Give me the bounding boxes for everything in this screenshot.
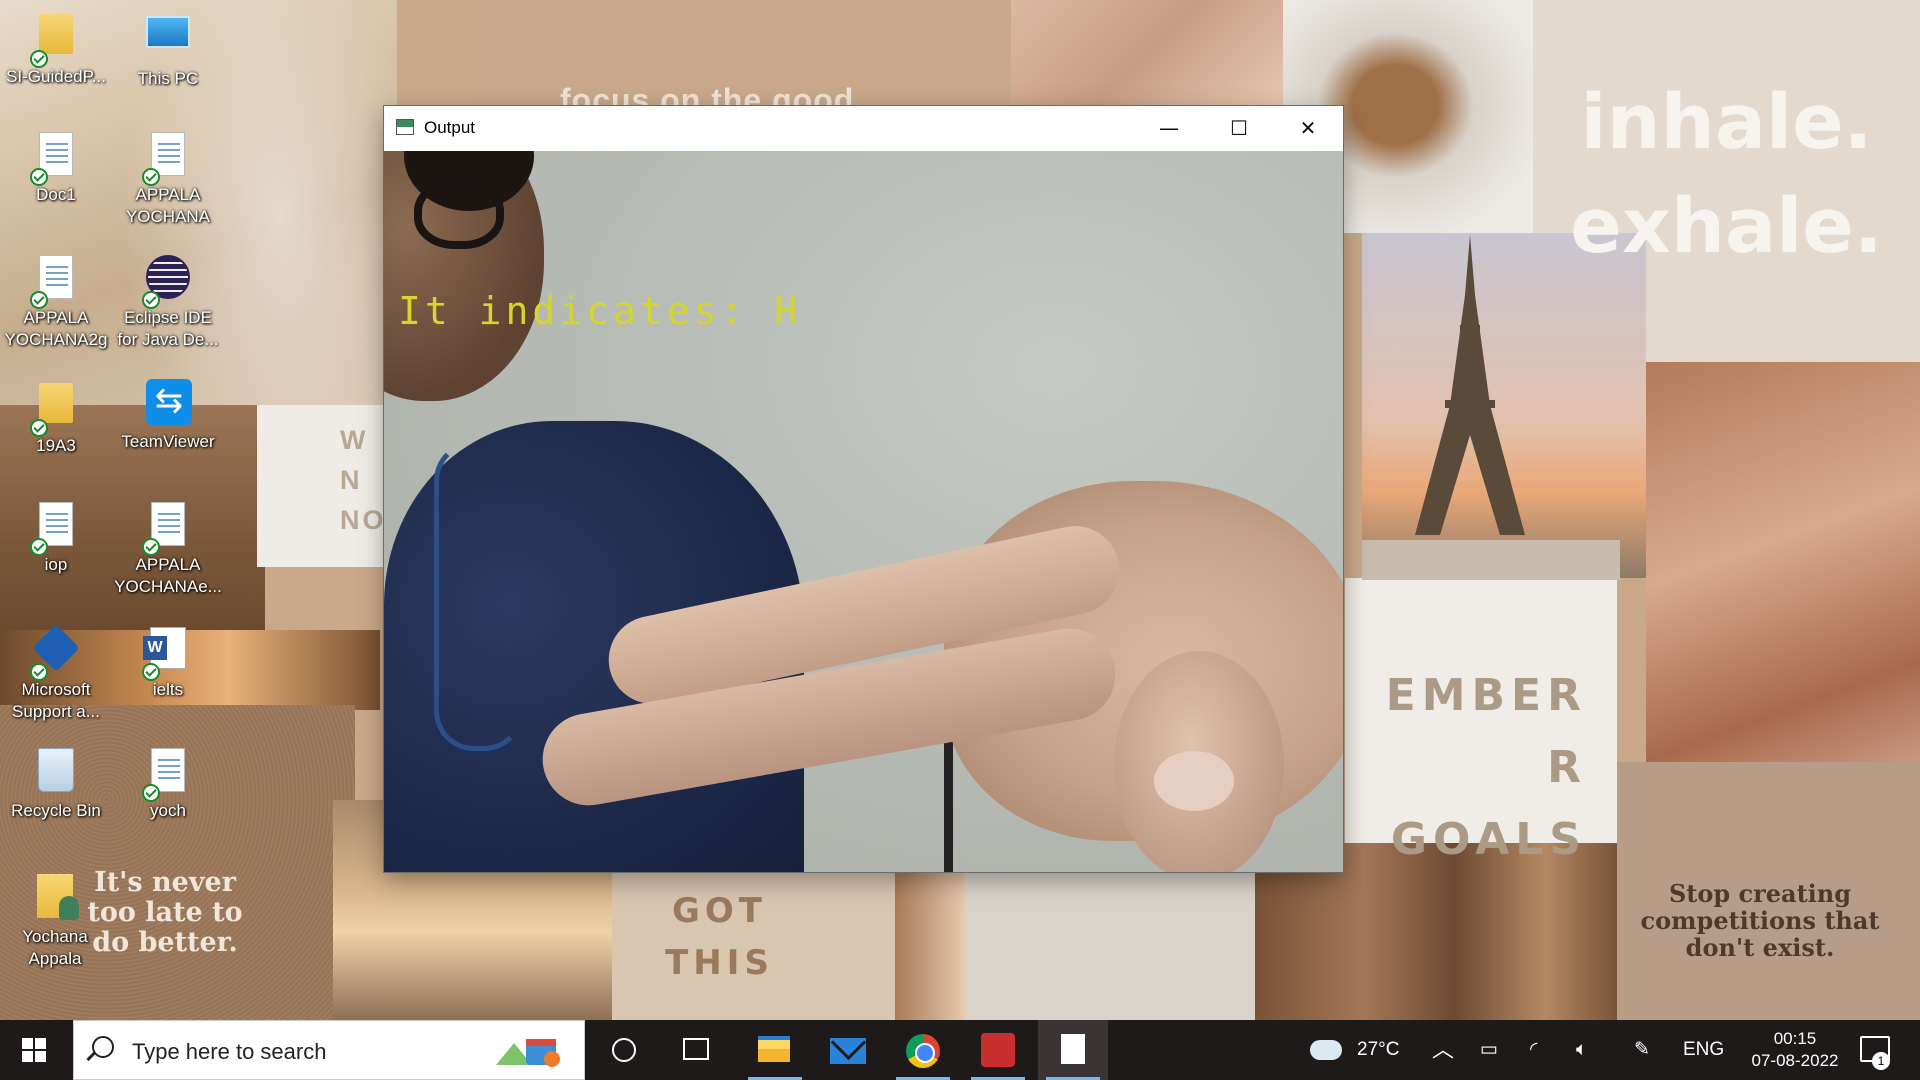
- start-button[interactable]: [0, 1020, 70, 1080]
- taskbar-app[interactable]: [963, 1020, 1033, 1080]
- taskbar-mail[interactable]: [812, 1020, 882, 1080]
- close-button[interactable]: ✕: [1273, 106, 1343, 151]
- windows-logo-icon: [22, 1038, 46, 1062]
- earphone-cord: [434, 441, 524, 751]
- pen-icon[interactable]: ✎: [1634, 1020, 1650, 1080]
- desktop-icon-si-guided[interactable]: SI-GuidedP...: [0, 8, 112, 88]
- sync-check-icon: [30, 168, 48, 186]
- eiffel-tower-icon: [1415, 235, 1525, 535]
- wallpaper-w-text: W N NO: [340, 425, 387, 535]
- search-icon: [92, 1036, 114, 1058]
- taskbar-file-explorer[interactable]: [740, 1020, 810, 1080]
- desktop-icon-this-pc[interactable]: This PC: [112, 8, 224, 90]
- search-placeholder: Type here to search: [132, 1039, 327, 1064]
- wallpaper-coffee: [965, 870, 1255, 1020]
- output-window[interactable]: Output — ☐ ✕ It indicates: H: [384, 106, 1343, 872]
- clock[interactable]: 00:15 07-08-2022: [1740, 1028, 1850, 1072]
- wallpaper-building: [1362, 540, 1620, 580]
- wifi-icon[interactable]: ◜: [1530, 1020, 1537, 1080]
- microsoft-support-icon: [30, 624, 80, 681]
- battery-icon[interactable]: ▭: [1480, 1020, 1498, 1080]
- folder-icon: [30, 14, 78, 68]
- file-explorer-icon: [758, 1036, 790, 1062]
- notification-badge: 1: [1872, 1052, 1890, 1070]
- wallpaper-shoes: [1646, 362, 1920, 762]
- sync-check-icon: [30, 50, 48, 68]
- thumb-nail: [1154, 751, 1234, 811]
- chevron-up-icon[interactable]: ︿: [1432, 1020, 1454, 1080]
- desktop-icon-ielts[interactable]: ielts: [112, 623, 224, 701]
- wallpaper-stop-quote: Stop creating competitions that don't ex…: [1640, 879, 1880, 962]
- eclipse-icon: [142, 255, 190, 309]
- task-view-icon[interactable]: [683, 1038, 709, 1060]
- taskbar-output-window[interactable]: [1038, 1020, 1108, 1080]
- document-icon: [30, 132, 78, 186]
- document-icon: [30, 502, 78, 556]
- computer-icon: [146, 16, 190, 66]
- search-highlight-icon: [496, 1039, 560, 1067]
- sync-check-icon: [30, 291, 48, 309]
- language-indicator[interactable]: ENG: [1683, 1020, 1724, 1080]
- wallpaper-goals-text: EMBER R GOALS: [1385, 670, 1587, 865]
- document-icon: [142, 502, 190, 556]
- sync-check-icon: [142, 784, 160, 802]
- desktop-icon-yochana-appala[interactable]: Yochana Appala: [0, 870, 110, 970]
- desktop-icon-appala-yochana[interactable]: APPALA YOCHANA: [112, 130, 224, 228]
- sync-check-icon: [142, 538, 160, 556]
- mail-icon: [830, 1038, 866, 1064]
- taskbar-chrome[interactable]: [888, 1020, 958, 1080]
- teamviewer-icon: [146, 379, 192, 429]
- word-document-icon: [142, 627, 190, 681]
- desktop-icon-recycle-bin[interactable]: Recycle Bin: [0, 746, 112, 822]
- wallpaper-chanel: [1011, 0, 1283, 105]
- notepad-icon: [1061, 1034, 1085, 1064]
- chrome-icon: [906, 1034, 940, 1068]
- desktop-icon-yoch[interactable]: yoch: [112, 746, 224, 822]
- wallpaper-gotthis-text: GOT THIS: [665, 891, 774, 983]
- weather-temperature[interactable]: 27°C: [1357, 1020, 1399, 1080]
- opencv-window-icon: [396, 119, 414, 135]
- app-icon: [981, 1033, 1015, 1067]
- desktop-icon-doc1[interactable]: Doc1: [0, 130, 112, 206]
- maximize-button[interactable]: ☐: [1204, 106, 1274, 151]
- desktop-icon-teamviewer[interactable]: TeamViewer: [112, 377, 224, 453]
- window-title: Output: [424, 118, 476, 137]
- prediction-text: It indicates: H: [398, 289, 802, 333]
- taskbar: Type here to search 27°C ︿ ▭ ◜ 🔈︎ ✎ ENG …: [0, 1020, 1920, 1080]
- desktop-icon-appala-yochana2g[interactable]: APPALA YOCHANA2g: [0, 253, 112, 351]
- minimize-button[interactable]: —: [1134, 106, 1204, 151]
- weather-cloud-icon[interactable]: [1310, 1040, 1342, 1060]
- desktop-icon-appala-yochanae[interactable]: APPALA YOCHANAe...: [112, 500, 224, 598]
- sync-check-icon: [142, 168, 160, 186]
- desktop-icon-microsoft-support[interactable]: Microsoft Support a...: [0, 623, 112, 723]
- webcam-frame: It indicates: H: [384, 151, 1343, 872]
- desktop-icon-iop[interactable]: iop: [0, 500, 112, 576]
- document-icon: [30, 255, 78, 309]
- wallpaper-vase: [895, 870, 965, 1020]
- sync-check-icon: [30, 663, 48, 681]
- cortana-icon[interactable]: [612, 1038, 636, 1062]
- wallpaper-inhale-text: inhale. exhale.: [1570, 77, 1883, 270]
- document-icon: [142, 132, 190, 186]
- clock-time: 00:15: [1773, 1029, 1817, 1048]
- window-titlebar[interactable]: Output — ☐ ✕: [384, 106, 1343, 151]
- sync-check-icon: [142, 291, 160, 309]
- desktop-icon-eclipse[interactable]: Eclipse IDE for Java De...: [112, 253, 224, 351]
- sync-check-icon: [30, 538, 48, 556]
- search-box[interactable]: Type here to search: [73, 1020, 585, 1080]
- glasses: [414, 179, 504, 249]
- sync-check-icon: [30, 419, 48, 437]
- clock-date: 07-08-2022: [1751, 1051, 1839, 1070]
- user-folder-icon: [33, 874, 79, 924]
- recycle-bin-icon: [34, 748, 78, 798]
- desktop-icon-19a3[interactable]: 19A3: [0, 377, 112, 457]
- document-icon: [142, 748, 190, 802]
- sync-check-icon: [142, 663, 160, 681]
- volume-icon[interactable]: 🔈︎: [1576, 1020, 1587, 1080]
- folder-icon: [30, 383, 78, 437]
